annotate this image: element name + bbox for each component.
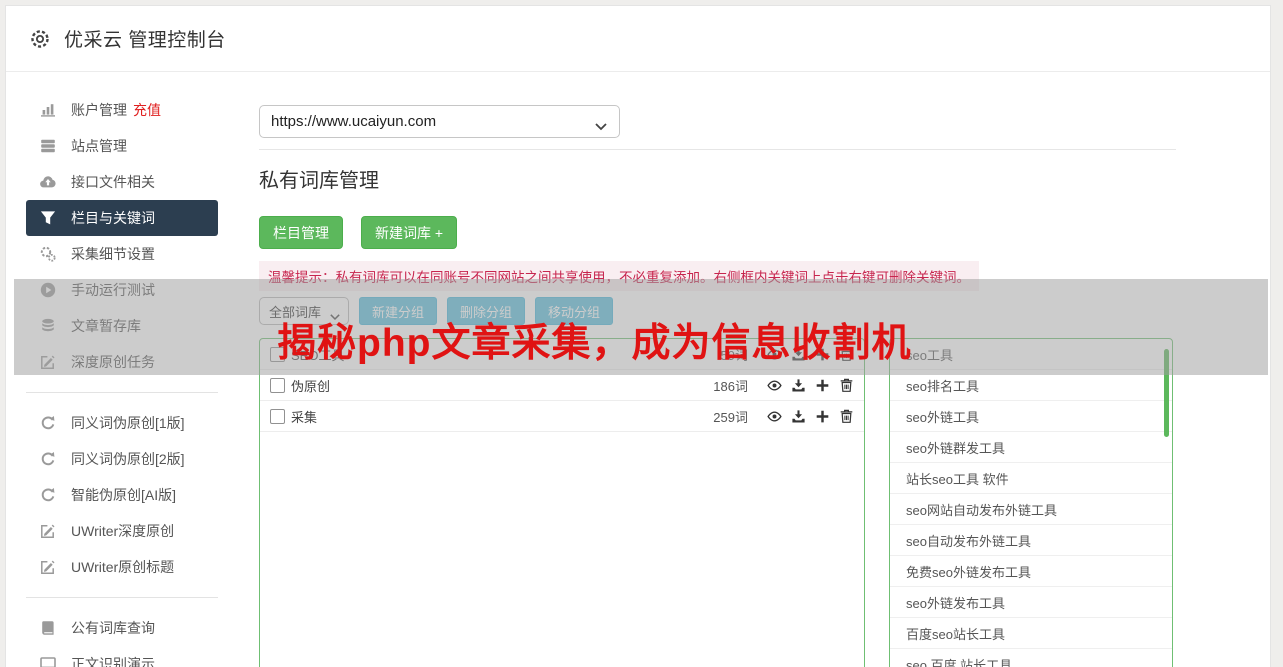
sidebar-item-label: 栏目与关键词 <box>71 210 155 226</box>
thesaurus-count: 259词 <box>713 409 748 425</box>
watermark-text: 揭秘php文章采集，成为信息收割机 <box>277 322 912 365</box>
thesaurus-name: 伪原创 <box>291 378 331 394</box>
gear-icon <box>29 28 51 50</box>
sidebar-item-collect-settings[interactable]: 采集细节设置 <box>26 236 218 272</box>
plus-icon[interactable] <box>814 377 830 393</box>
thesaurus-row: 采集 259词 <box>260 401 864 432</box>
refresh-icon <box>39 451 56 468</box>
column-manage-button[interactable]: 栏目管理 <box>259 216 343 249</box>
sidebar-item-label: 公有词库查询 <box>71 620 155 636</box>
filter-icon <box>39 210 56 227</box>
sidebar-item-label: 同义词伪原创[1版] <box>71 415 185 431</box>
sidebar-item-uwriter-title[interactable]: UWriter原创标题 <box>26 549 218 585</box>
thesaurus-count: 186词 <box>713 378 748 394</box>
sidebar-item-label: UWriter原创标题 <box>71 559 175 575</box>
thesaurus-checkbox[interactable] <box>270 377 285 393</box>
page-title: 私有词库管理 <box>259 170 379 192</box>
thesaurus-checkbox[interactable] <box>270 408 285 424</box>
app-header: 优采云 管理控制台 <box>6 6 1270 72</box>
sidebar-item-label: 智能伪原创[AI版] <box>71 487 177 503</box>
keyword-item[interactable]: 站长seo工具 软件 <box>890 463 1172 494</box>
sidebar-item-ai-rewrite[interactable]: 智能伪原创[AI版] <box>26 477 218 513</box>
plus-icon[interactable] <box>814 408 830 424</box>
monitor-icon <box>39 656 56 667</box>
sidebar-item-account[interactable]: 账户管理 充值 <box>26 92 218 128</box>
keyword-item[interactable]: seo外链群发工具 <box>890 432 1172 463</box>
sidebar-item-public-thesaurus[interactable]: 公有词库查询 <box>26 610 218 646</box>
download-icon[interactable] <box>790 377 806 393</box>
sidebar-item-uwriter-deep[interactable]: UWriter深度原创 <box>26 513 218 549</box>
sidebar-item-label: 采集细节设置 <box>71 246 155 262</box>
sidebar-item-synonym-rewrite-1[interactable]: 同义词伪原创[1版] <box>26 405 218 441</box>
thesaurus-name: 采集 <box>291 409 318 425</box>
sidebar-divider <box>26 597 218 598</box>
recharge-link[interactable]: 充值 <box>133 100 161 120</box>
site-select-value: https://www.ucaiyun.com <box>271 113 437 130</box>
sidebar-item-label: UWriter深度原创 <box>71 523 175 539</box>
server-icon <box>39 138 56 155</box>
sidebar-item-sites[interactable]: 站点管理 <box>26 128 218 164</box>
sidebar-item-interface-files[interactable]: 接口文件相关 <box>26 164 218 200</box>
sidebar-item-label: 正文识别演示 <box>71 656 155 667</box>
keyword-item[interactable]: seo外链工具 <box>890 401 1172 432</box>
site-select[interactable]: https://www.ucaiyun.com <box>259 105 620 138</box>
app-title: 优采云 管理控制台 <box>64 30 226 51</box>
thesaurus-panel: SEO工具 59词 伪原创 186词 <box>259 338 865 667</box>
refresh-icon <box>39 487 56 504</box>
trash-icon[interactable] <box>838 408 854 424</box>
trash-icon[interactable] <box>838 377 854 393</box>
edit-icon <box>39 559 56 576</box>
keyword-item[interactable]: seo外链发布工具 <box>890 587 1172 618</box>
sidebar-item-label: 同义词伪原创[2版] <box>71 451 185 467</box>
sidebar: 账户管理 充值 站点管理 接口文件相关 栏目与关键词 采集细节设置 手动运 <box>26 92 218 667</box>
sidebar-item-label: 站点管理 <box>71 138 127 154</box>
bar-chart-icon <box>39 102 56 119</box>
keyword-item[interactable]: seo网站自动发布外链工具 <box>890 494 1172 525</box>
keyword-item[interactable]: 百度seo站长工具 <box>890 618 1172 649</box>
sidebar-item-label: 接口文件相关 <box>71 174 155 190</box>
gears-icon <box>39 246 56 263</box>
edit-icon <box>39 523 56 540</box>
chevron-down-icon <box>595 118 607 130</box>
keyword-item[interactable]: seo自动发布外链工具 <box>890 525 1172 556</box>
section-divider <box>259 149 1176 150</box>
app-window: 优采云 管理控制台 账户管理 充值 站点管理 接口文件相关 栏目与关键词 采集细… <box>0 0 1283 667</box>
refresh-icon <box>39 415 56 432</box>
download-icon[interactable] <box>790 408 806 424</box>
keyword-panel: seo工具 seo排名工具 seo外链工具 seo外链群发工具 站长seo工具 … <box>889 338 1173 667</box>
keyword-item[interactable]: 免费seo外链发布工具 <box>890 556 1172 587</box>
eye-icon[interactable] <box>766 408 782 424</box>
new-thesaurus-button[interactable]: 新建词库 + <box>361 216 458 249</box>
book-icon <box>39 620 56 637</box>
sidebar-item-label: 账户管理 <box>71 102 127 118</box>
cloud-upload-icon <box>39 174 56 191</box>
primary-actions: 栏目管理 新建词库 + <box>259 216 458 249</box>
keyword-item[interactable]: seo 百度 站长工具 <box>890 649 1172 667</box>
sidebar-item-columns-keywords[interactable]: 栏目与关键词 <box>26 200 218 236</box>
sidebar-divider <box>26 392 218 393</box>
eye-icon[interactable] <box>766 377 782 393</box>
sidebar-item-content-recognition[interactable]: 正文识别演示 <box>26 646 218 667</box>
sidebar-item-synonym-rewrite-2[interactable]: 同义词伪原创[2版] <box>26 441 218 477</box>
